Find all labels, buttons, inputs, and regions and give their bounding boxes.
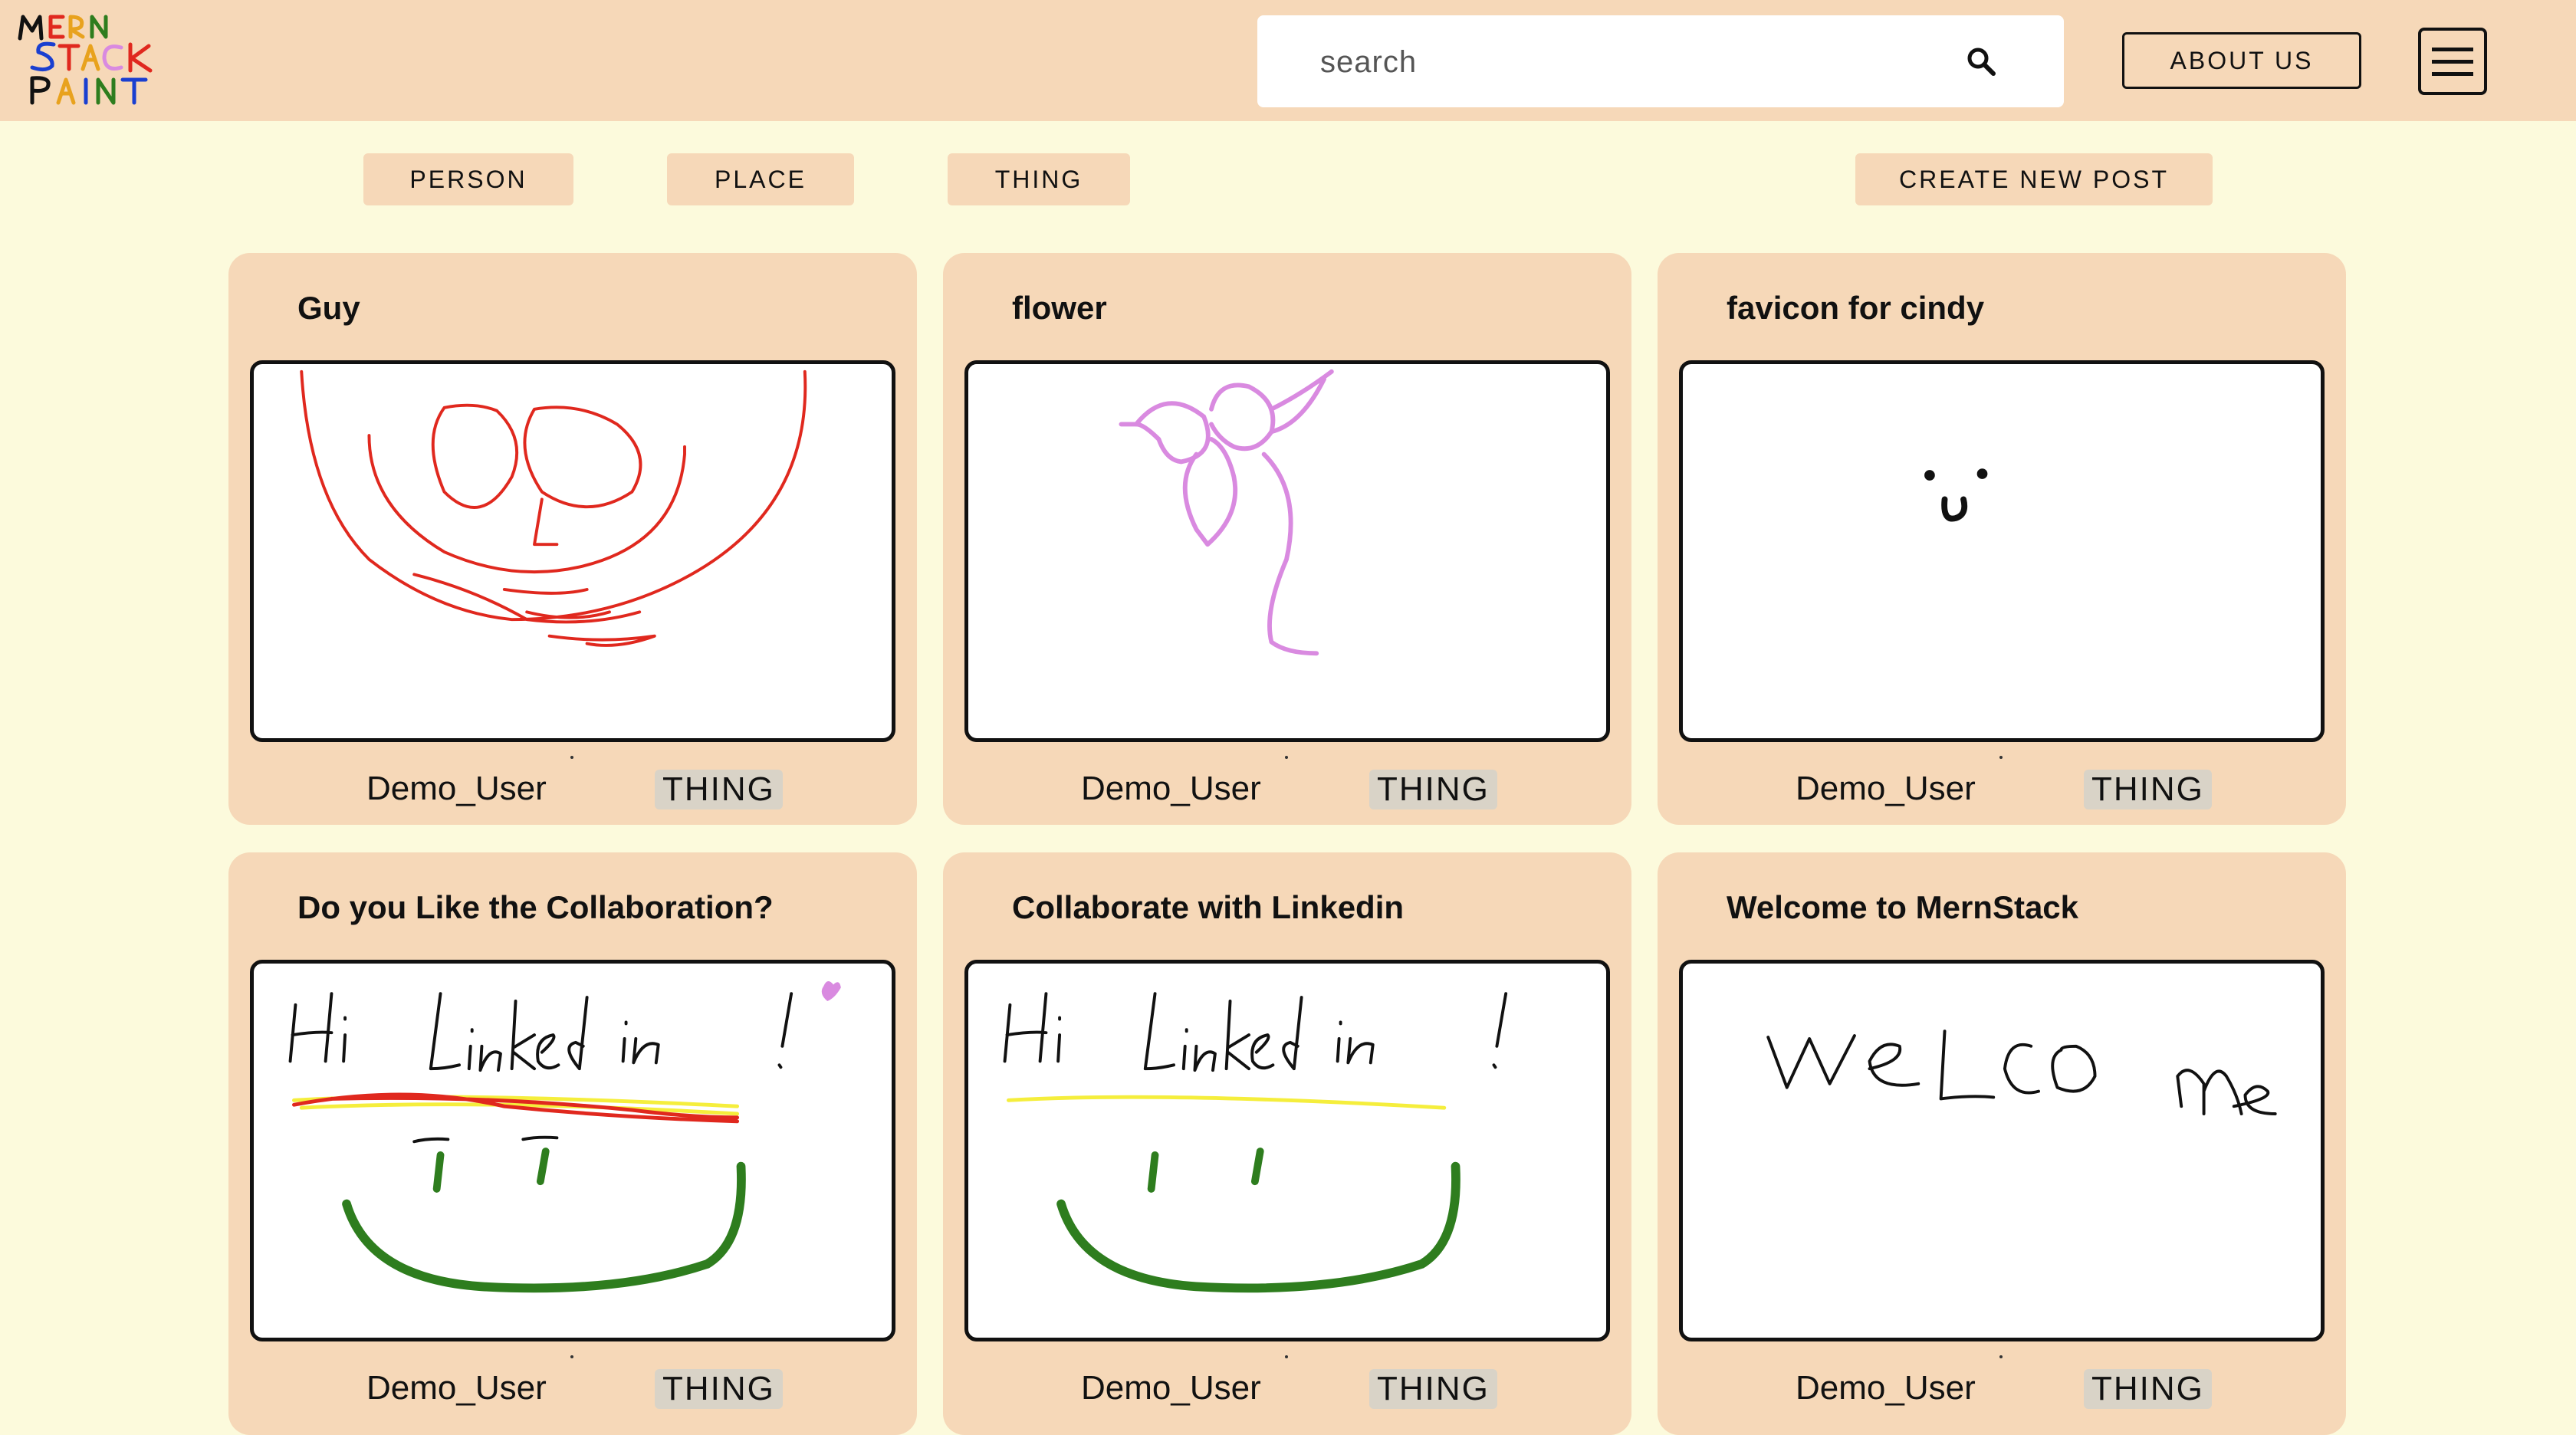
post-category-tag[interactable]: THING (2084, 1369, 2212, 1409)
separator-dot (1285, 1355, 1288, 1358)
post-category-tag[interactable]: THING (655, 770, 783, 809)
post-category-tag[interactable]: THING (1369, 1369, 1497, 1409)
separator-dot (570, 1355, 573, 1358)
post-drawing (1679, 360, 2325, 742)
post-author[interactable]: Demo_User (1796, 1369, 1976, 1407)
favicon-smiley-drawing (1924, 468, 1988, 522)
hamburger-menu-icon[interactable] (2418, 28, 2487, 95)
post-category-tag[interactable]: THING (2084, 770, 2212, 809)
post-author[interactable]: Demo_User (1081, 1369, 1261, 1407)
app-header: ABOUT US (0, 0, 2576, 121)
post-card[interactable]: Welcome to MernStack Demo_User THING (1658, 852, 2346, 1435)
post-card[interactable]: Collaborate with Linkedin Demo_User THIN… (943, 852, 1631, 1435)
flower-drawing (1119, 369, 1334, 656)
hi-linkedin-collab-drawing (288, 980, 841, 1293)
post-card[interactable]: favicon for cindy Demo_User THING (1658, 253, 2346, 825)
post-author[interactable]: Demo_User (1081, 770, 1261, 808)
post-category-tag[interactable]: THING (655, 1369, 783, 1409)
logo-lettering (18, 15, 153, 105)
post-drawing (250, 360, 895, 742)
search-icon[interactable] (1963, 43, 2001, 81)
post-author[interactable]: Demo_User (1796, 770, 1976, 808)
post-title: Guy (297, 290, 360, 326)
post-title: favicon for cindy (1727, 290, 1985, 326)
welcome-drawing (1766, 1029, 2277, 1115)
post-title: Welcome to MernStack (1727, 889, 2079, 925)
search-bar (1257, 15, 2064, 109)
post-title: flower (1012, 290, 1107, 326)
separator-dot (570, 756, 573, 759)
post-drawing (964, 360, 1610, 742)
post-drawing (250, 960, 895, 1341)
create-new-post-button[interactable]: CREATE NEW POST (1855, 153, 2213, 205)
post-category-tag[interactable]: THING (1369, 770, 1497, 809)
post-author[interactable]: Demo_User (366, 1369, 547, 1407)
filter-thing-button[interactable]: THING (948, 153, 1130, 205)
hi-linkedin-drawing (1003, 992, 1508, 1293)
separator-dot (1999, 1355, 2003, 1358)
post-card[interactable]: Do you Like the Collaboration? Demo_User… (228, 852, 917, 1435)
mern-stack-paint-logo[interactable] (15, 12, 169, 106)
post-card[interactable]: Guy Demo_User THING (228, 253, 917, 825)
guy-drawing (300, 369, 807, 647)
post-drawing (964, 960, 1610, 1341)
about-us-button[interactable]: ABOUT US (2122, 32, 2361, 89)
post-card[interactable]: flower Demo_User THING (943, 253, 1631, 825)
filter-place-button[interactable]: PLACE (667, 153, 854, 205)
post-title: Do you Like the Collaboration? (297, 889, 774, 925)
post-title: Collaborate with Linkedin (1012, 889, 1405, 925)
separator-dot (1999, 756, 2003, 759)
filter-person-button[interactable]: PERSON (363, 153, 573, 205)
separator-dot (1285, 756, 1288, 759)
post-author[interactable]: Demo_User (366, 770, 547, 808)
post-drawing (1679, 960, 2325, 1341)
search-input[interactable] (1319, 15, 1966, 109)
